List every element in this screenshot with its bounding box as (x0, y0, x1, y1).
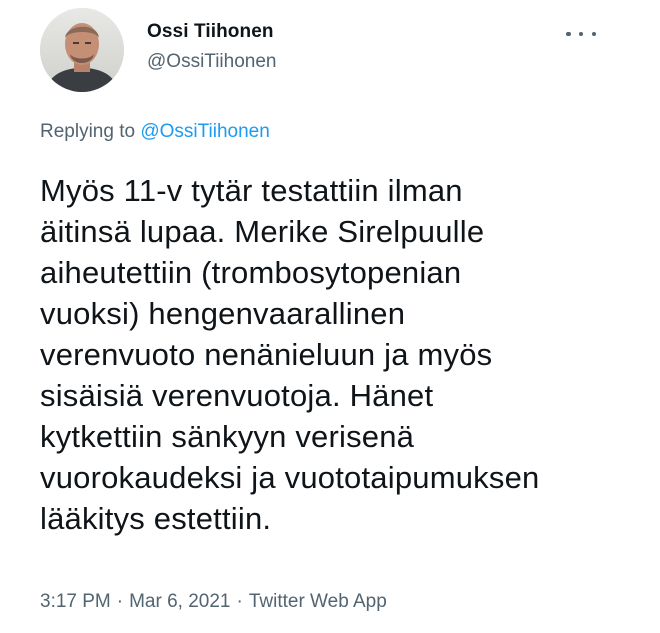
more-options-button[interactable] (566, 26, 596, 42)
meta-separator: · (236, 591, 243, 612)
tweet: Ossi Tiihonen @OssiTiihonen Replying to … (0, 0, 660, 633)
tweet-text-line: aiheutettiin (trombosytopenian (40, 255, 462, 290)
more-horizontal-icon (566, 31, 571, 37)
tweet-text-line: vuoksi) hengenvaarallinen (40, 296, 406, 331)
tweet-source-link[interactable]: Twitter Web App (249, 591, 387, 612)
tweet-text-line: Myös 11-v tytär testattiin ilman (40, 173, 463, 208)
more-horizontal-icon (578, 31, 584, 37)
tweet-text-line: kytkettiin sänkyyn verisenä (40, 419, 415, 454)
reply-mention-link[interactable]: @OssiTiihonen (140, 121, 269, 142)
replying-to: Replying to @OssiTiihonen (40, 121, 270, 143)
profile-photo-icon (40, 8, 124, 92)
meta-separator: · (116, 591, 124, 612)
tweet-text: Myös 11-v tytär testattiin ilman äitinsä… (40, 170, 630, 539)
tweet-text-line: äitinsä lupaa. Merike Sirelpuulle (40, 214, 485, 249)
avatar[interactable] (40, 8, 124, 92)
author-handle[interactable]: @OssiTiihonen (147, 51, 276, 73)
tweet-text-line: lääkitys estettiin. (40, 501, 272, 536)
more-horizontal-icon (591, 31, 596, 37)
author-display-name[interactable]: Ossi Tiihonen (147, 21, 274, 43)
tweet-date-link[interactable]: Mar 6, 2021 (129, 591, 230, 612)
tweet-metadata: 3:17 PM · Mar 6, 2021 · Twitter Web App (40, 591, 387, 613)
tweet-text-line: sisäisiä verenvuotoja. Hänet (40, 378, 434, 413)
tweet-time-link[interactable]: 3:17 PM (40, 591, 111, 612)
replying-to-label: Replying to (40, 121, 141, 142)
tweet-text-line: verenvuoto nenänieluun ja myös (40, 337, 493, 372)
tweet-text-line: vuorokaudeksi ja vuototaipumuksen (40, 460, 540, 495)
